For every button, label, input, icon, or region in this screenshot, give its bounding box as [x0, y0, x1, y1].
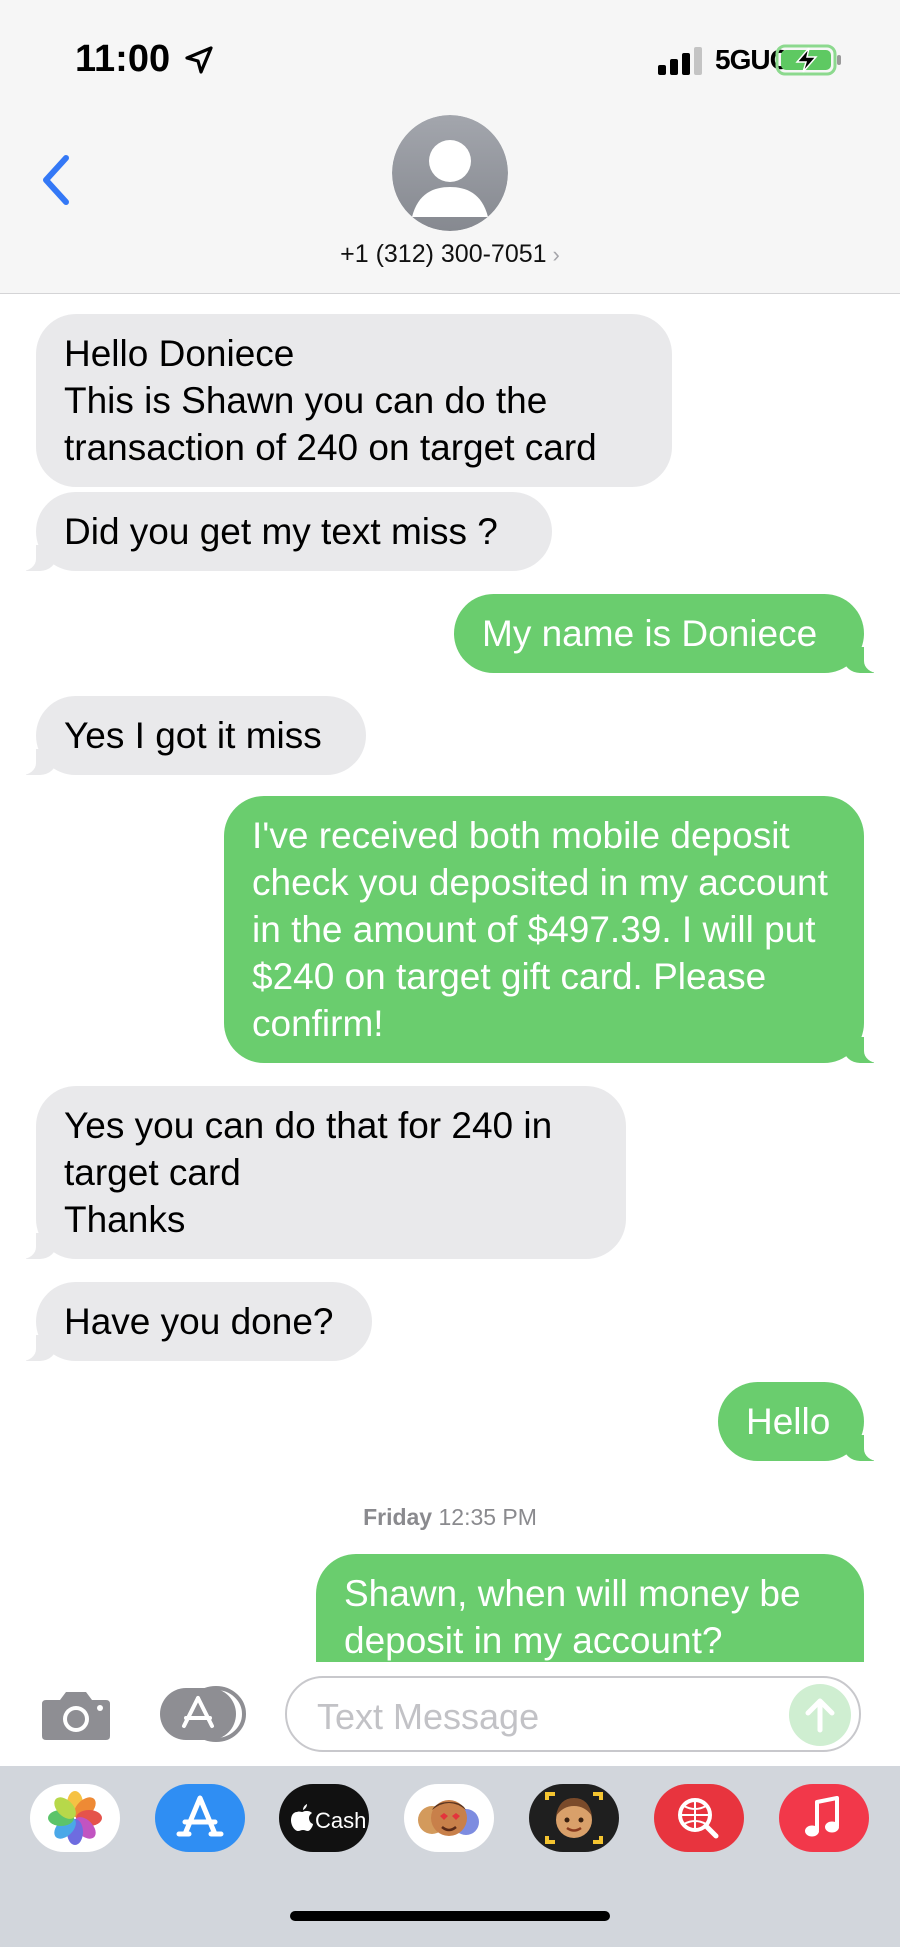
search-images-icon[interactable]	[654, 1784, 744, 1852]
location-arrow-icon	[185, 46, 213, 74]
message-text: Hello	[746, 1401, 831, 1442]
message-bubble-incoming[interactable]: Yes I got it miss	[16, 696, 366, 775]
message-composer: Text Message	[0, 1662, 900, 1766]
music-icon[interactable]	[779, 1784, 869, 1852]
timestamp-day: Friday	[363, 1504, 433, 1530]
message-bubble-incoming[interactable]: Hello Doniece This is Shawn you can do t…	[36, 314, 672, 487]
home-indicator[interactable]	[290, 1911, 610, 1921]
message-text: Did you get my text miss ?	[64, 511, 498, 552]
contact-number-text: +1 (312) 300-7051	[340, 240, 547, 268]
cash-label: Cash	[315, 1808, 366, 1833]
back-chevron-icon[interactable]	[36, 150, 76, 210]
memoji-stickers-icon[interactable]	[404, 1784, 494, 1852]
message-bubble-outgoing[interactable]: My name is Doniece	[454, 594, 884, 673]
message-text: My name is Doniece	[482, 613, 818, 654]
conversation-header: +1 (312) 300-7051 ›	[0, 110, 900, 294]
message-text: I've received both mobile deposit check …	[252, 815, 828, 1044]
camera-icon[interactable]	[40, 1686, 112, 1742]
memoji-icon[interactable]	[529, 1784, 619, 1852]
cellular-signal-icon	[658, 47, 702, 75]
message-timestamp: Friday 12:35 PM	[0, 1504, 900, 1531]
message-bubble-incoming[interactable]: Did you get my text miss ?	[16, 492, 552, 571]
send-button[interactable]	[789, 1684, 851, 1746]
message-text: Shawn, when will money be deposit in my …	[344, 1573, 801, 1661]
message-text: Yes I got it miss	[64, 715, 322, 756]
arrow-up-icon	[805, 1698, 835, 1733]
message-bubble-outgoing[interactable]: Hello	[718, 1382, 884, 1461]
message-bubble-incoming[interactable]: Have you done?	[16, 1282, 372, 1361]
status-bar: 11:00 5GUC	[0, 0, 900, 110]
message-bubble-incoming[interactable]: Yes you can do that for 240 in target ca…	[16, 1086, 626, 1259]
chevron-right-icon: ›	[552, 242, 560, 267]
input-placeholder: Text Message	[317, 1696, 540, 1737]
photos-icon[interactable]	[30, 1784, 120, 1852]
text-message-input[interactable]: Text Message	[285, 1676, 861, 1752]
status-time: 11:00	[75, 38, 171, 80]
contact-number[interactable]: +1 (312) 300-7051 ›	[0, 240, 900, 269]
message-bubble-outgoing[interactable]: I've received both mobile deposit check …	[224, 796, 884, 1063]
apple-cash-icon[interactable]: Cash	[279, 1784, 369, 1852]
message-text: Yes you can do that for 240 in target ca…	[64, 1105, 553, 1240]
contact-avatar[interactable]	[392, 115, 508, 231]
app-drawer-icon[interactable]	[158, 1686, 248, 1742]
person-silhouette-icon	[392, 115, 508, 231]
timestamp-time: 12:35 PM	[438, 1504, 537, 1530]
app-store-icon[interactable]	[155, 1784, 245, 1852]
battery-charging-icon	[775, 44, 841, 76]
message-text: Hello Doniece This is Shawn you can do t…	[64, 333, 597, 468]
message-text: Have you done?	[64, 1301, 334, 1342]
